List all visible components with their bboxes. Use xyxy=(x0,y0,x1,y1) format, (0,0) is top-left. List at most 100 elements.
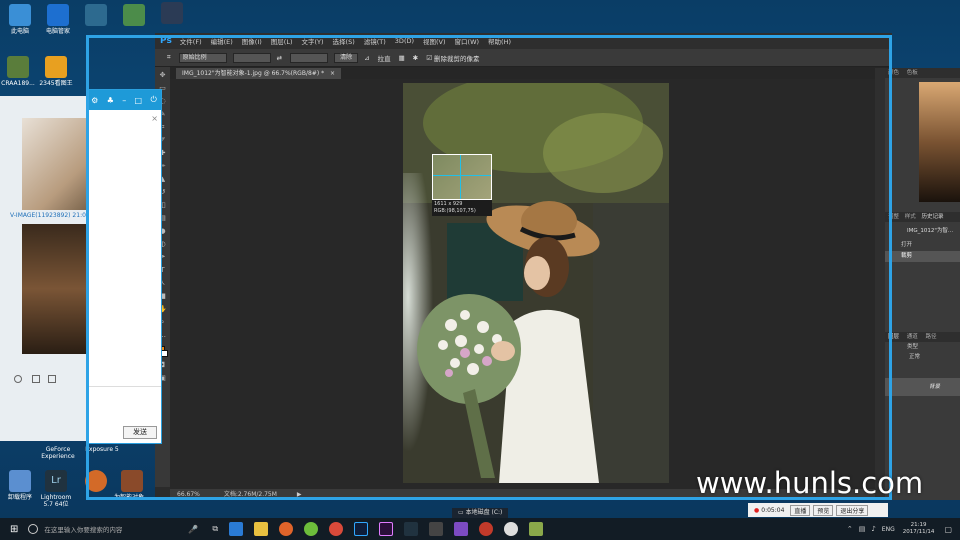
layer-row[interactable]: 背景 xyxy=(885,378,960,396)
scissors-icon[interactable] xyxy=(32,375,40,383)
menu-layer[interactable]: 图层(L) xyxy=(271,36,293,46)
app-dark-icon[interactable] xyxy=(429,522,444,536)
chat-input-area[interactable] xyxy=(87,386,161,426)
chat-message-area[interactable] xyxy=(90,120,158,375)
app-red-icon[interactable] xyxy=(479,522,494,536)
clock[interactable]: 21:19 2017/11/14 xyxy=(903,522,935,536)
menu-file[interactable]: 文件(F) xyxy=(180,36,202,46)
edge-icon[interactable] xyxy=(229,522,244,536)
history-item[interactable]: 裁剪 xyxy=(885,251,960,262)
menu-edit[interactable]: 编辑(E) xyxy=(211,36,233,46)
send-button[interactable]: 发送 xyxy=(123,426,157,439)
volume-icon[interactable]: ♪ xyxy=(871,525,875,533)
ps-logo: Ps xyxy=(160,36,172,46)
desktop-icon-pc-manager[interactable]: 电脑管家 xyxy=(38,4,78,35)
desktop-icon-4[interactable] xyxy=(114,4,154,28)
explorer-item[interactable]: ▭ 本地磁盘 (C:) xyxy=(452,508,509,518)
preview-button[interactable]: 预览 xyxy=(813,504,834,516)
minimize-icon[interactable]: – xyxy=(122,96,126,105)
desktop-icon-2345[interactable]: 2345看图王 xyxy=(36,56,76,87)
desktop-icon-lightroom[interactable]: Lr Lightroom 5.7 64位 xyxy=(36,470,76,508)
menu-filter[interactable]: 滤镜(T) xyxy=(364,36,386,46)
ratio-width-input[interactable] xyxy=(232,52,271,63)
gallery-caption[interactable]: V-IMAGE(11923892) 21:0 xyxy=(10,212,86,219)
desktop-icon-geforce[interactable]: GeForce Experience xyxy=(36,446,80,460)
skin-icon[interactable]: ♣ xyxy=(107,96,114,105)
desktop-icon-craa[interactable]: CRAA189... xyxy=(0,56,38,87)
history-item[interactable]: IMG_1012"为智... xyxy=(885,222,960,240)
taskbar-search-input[interactable]: 在这里输入你要搜索的内容 xyxy=(44,524,184,534)
power-icon[interactable]: ⏻ xyxy=(150,95,156,105)
desktop-icon-app-orange[interactable] xyxy=(76,470,116,494)
chat-titlebar: ⚙ ♣ – □ ⏻ xyxy=(87,90,161,110)
app-purple-icon[interactable] xyxy=(454,522,469,536)
document-tab[interactable]: IMG_1012"为智能对象-1.jpg @ 66.7%(RGB/8#) * × xyxy=(176,68,342,79)
chrome-icon[interactable] xyxy=(329,522,344,536)
folder-icon[interactable] xyxy=(254,522,269,536)
maximize-icon[interactable]: □ xyxy=(135,96,143,105)
app-green-icon[interactable] xyxy=(304,522,319,536)
ps-canvas-area[interactable]: 1611 x 929 RGB:(98,107,75) xyxy=(170,79,877,489)
menu-window[interactable]: 窗口(W) xyxy=(455,36,480,46)
input-lang[interactable]: ENG xyxy=(882,526,895,533)
menu-select[interactable]: 选择(S) xyxy=(333,36,355,46)
desktop-icon-psd[interactable] xyxy=(152,2,192,26)
image-icon[interactable] xyxy=(48,375,56,383)
delete-cropped-checkbox[interactable]: ☑ xyxy=(426,54,432,62)
ratio-select[interactable]: 原始比例 xyxy=(178,52,227,63)
grid-overlay-icon[interactable]: ▦ xyxy=(399,54,405,62)
move-tool-icon[interactable]: ✥ xyxy=(158,71,167,80)
status-arrow-icon[interactable]: ▶ xyxy=(297,491,302,498)
app-image-icon[interactable] xyxy=(529,522,544,536)
emoji-icon[interactable] xyxy=(14,375,22,383)
app-white-icon[interactable] xyxy=(504,522,519,536)
photo-canvas[interactable]: 1611 x 929 RGB:(98,107,75) xyxy=(403,83,669,483)
premiere-icon[interactable] xyxy=(379,522,394,536)
clear-button[interactable]: 清除 xyxy=(334,52,359,63)
delete-cropped-label: 删除裁剪的像素 xyxy=(434,54,480,63)
task-view-icon[interactable]: ⧉ xyxy=(212,524,218,534)
swap-icon[interactable]: ⇄ xyxy=(277,54,282,62)
desktop-icon-3[interactable] xyxy=(76,4,116,28)
lightroom-taskbar-icon[interactable] xyxy=(404,522,419,536)
cortana-icon[interactable] xyxy=(28,524,39,534)
mic-icon[interactable]: 🎤 xyxy=(188,525,198,534)
live-button[interactable]: 直播 xyxy=(790,504,811,516)
drive-icon: ▭ xyxy=(458,509,466,516)
crop-tool-icon[interactable]: ⌗ xyxy=(167,53,171,62)
chat-window: ⚙ ♣ – □ ⏻ × 发送 xyxy=(86,89,162,444)
menu-image[interactable]: 图像(I) xyxy=(242,36,262,46)
exit-share-button[interactable]: 退出分享 xyxy=(836,504,869,516)
notification-icon[interactable]: ▢ xyxy=(944,525,952,534)
stream-timer: 0:05:04 xyxy=(761,506,785,514)
layer-kind-filter[interactable]: 类型 xyxy=(885,342,960,352)
firefox-icon[interactable] xyxy=(279,522,294,536)
menu-3d[interactable]: 3D(D) xyxy=(395,37,414,45)
layers-panel-tabs: 图层 通道 路径 xyxy=(885,332,960,342)
zoom-level[interactable]: 66.67% xyxy=(177,491,200,498)
menu-help[interactable]: 帮助(H) xyxy=(488,36,511,46)
desktop-icon-exposure[interactable]: Exposure 5 xyxy=(82,446,122,453)
tray-up-icon[interactable]: ⌃ xyxy=(847,525,853,533)
app-icon xyxy=(7,56,29,78)
record-icon: ● xyxy=(754,506,760,514)
desktop-icon-uninstall[interactable]: 卸载程序 xyxy=(0,470,40,501)
straighten-icon[interactable]: ⊿ xyxy=(364,54,369,62)
menu-type[interactable]: 文字(Y) xyxy=(302,36,324,46)
blend-mode-select[interactable]: 正常 xyxy=(885,352,960,362)
close-icon[interactable]: × xyxy=(330,70,335,77)
settings-icon[interactable]: ⚙ xyxy=(91,96,98,105)
menu-view[interactable]: 视图(V) xyxy=(423,36,446,46)
desktop-icon-smart-object[interactable]: 为智能对象... xyxy=(112,470,152,501)
background-color-swatch[interactable] xyxy=(161,350,168,357)
history-item[interactable]: 打开 xyxy=(885,240,960,251)
photoshop-taskbar-icon[interactable] xyxy=(354,522,369,536)
color-picker-field[interactable] xyxy=(919,82,960,202)
straighten-label[interactable]: 拉直 xyxy=(378,53,391,63)
ratio-height-input[interactable] xyxy=(290,52,329,63)
gear-icon[interactable]: ✱ xyxy=(413,54,418,62)
network-tray-icon[interactable]: ▤ xyxy=(859,525,866,533)
ps-menubar: Ps 文件(F) 编辑(E) 图像(I) 图层(L) 文字(Y) 选择(S) 滤… xyxy=(155,33,892,49)
desktop-icon-this-pc[interactable]: 此电脑 xyxy=(0,4,40,35)
windows-start-icon[interactable]: ⊞ xyxy=(10,524,18,535)
